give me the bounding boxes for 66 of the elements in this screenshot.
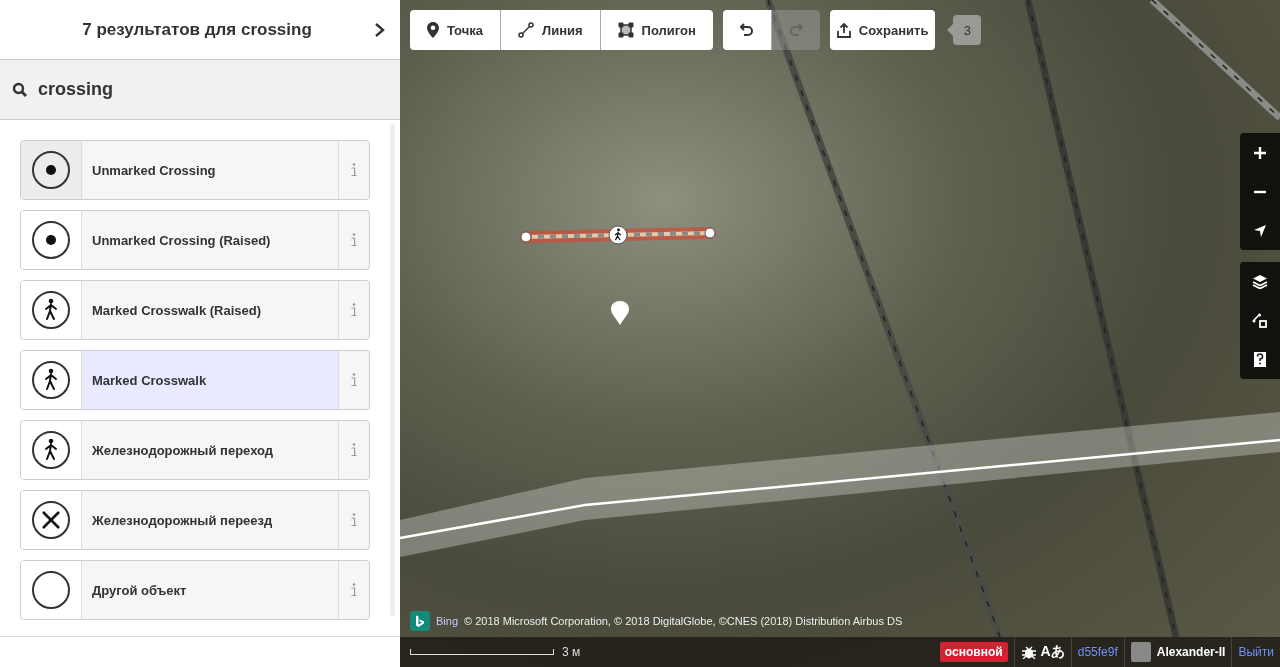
- road-area[interactable]: [400, 412, 1280, 557]
- preset-name: Железнодорожный переезд: [91, 511, 274, 530]
- info-icon[interactable]: [351, 583, 357, 597]
- map-data-icon: [1252, 312, 1268, 329]
- search-icon: [12, 81, 28, 98]
- polygon-icon: [617, 22, 634, 38]
- edit-count: 3: [947, 15, 982, 45]
- avatar: [1130, 642, 1151, 662]
- undo-button[interactable]: [722, 10, 772, 50]
- language-toggle[interactable]: Aあ: [1040, 643, 1065, 661]
- plus-icon: [1253, 145, 1267, 160]
- search-field[interactable]: crossing: [38, 79, 368, 100]
- redo-icon: [788, 23, 803, 37]
- logout-link[interactable]: Выйти: [1238, 645, 1274, 659]
- sidebar-title: 7 результатов для crossing: [81, 19, 313, 40]
- preset-item[interactable]: Другой объект: [20, 560, 370, 620]
- user-name-link[interactable]: Alexander-II: [1156, 645, 1226, 659]
- info-icon[interactable]: [351, 303, 357, 317]
- line-mode-button[interactable]: Линия: [501, 10, 601, 50]
- imagery-attribution: © 2018 Microsoft Corporation, © 2018 DigitalGlobe, ©CNES (2018) Distribution Airbus DS: [464, 615, 903, 627]
- preset-item[interactable]: Unmarked Crossing (Raised): [20, 210, 370, 270]
- pedestrian-icon: [31, 290, 71, 330]
- pin-icon: [427, 22, 439, 38]
- undo-icon: [739, 23, 754, 37]
- pedestrian-icon: [31, 430, 71, 470]
- preset-item[interactable]: Железнодорожный переход: [20, 420, 370, 480]
- area-mode-button[interactable]: Полигон: [600, 10, 713, 50]
- scale-label: 3 м: [562, 645, 581, 659]
- info-icon[interactable]: [351, 513, 357, 527]
- chevron-right-icon[interactable]: [374, 21, 386, 38]
- info-icon[interactable]: [351, 233, 357, 247]
- preset-name: Marked Crosswalk (Raised): [91, 301, 263, 320]
- preset-name: Другой объект: [91, 581, 188, 600]
- imagery-provider-link[interactable]: Bing: [436, 615, 459, 627]
- dot-icon: [31, 220, 71, 260]
- preset-item[interactable]: Marked Crosswalk (Raised): [20, 280, 370, 340]
- layers-icon: [1252, 274, 1268, 289]
- info-icon[interactable]: [351, 373, 357, 387]
- location-arrow-icon: [1253, 223, 1267, 238]
- point-mode-button[interactable]: Точка: [410, 10, 502, 50]
- info-icon[interactable]: [351, 163, 357, 177]
- preset-item[interactable]: Железнодорожный переезд: [20, 490, 370, 550]
- info-icon[interactable]: [351, 443, 357, 457]
- preset-name: Marked Crosswalk: [82, 351, 338, 409]
- branch-badge: основной: [939, 642, 1008, 662]
- bug-icon[interactable]: [1020, 645, 1037, 659]
- cross-icon: [31, 500, 71, 540]
- bing-logo[interactable]: [410, 611, 430, 631]
- upload-icon: [836, 22, 851, 38]
- dot-icon: [31, 150, 71, 190]
- bing-b-icon: [415, 614, 425, 628]
- point-marker[interactable]: [611, 301, 629, 325]
- search-bar[interactable]: crossing: [0, 60, 400, 120]
- line-icon: [518, 22, 535, 38]
- preset-item[interactable]: Unmarked Crossing: [20, 140, 370, 200]
- pedestrian-icon: [31, 360, 71, 400]
- selected-crossing-way[interactable]: [520, 225, 716, 245]
- help-book-icon: [1253, 351, 1267, 368]
- version-link[interactable]: d55fe9f: [1077, 645, 1118, 659]
- save-button[interactable]: Сохранить: [829, 10, 936, 50]
- preset-name: Unmarked Crossing: [91, 161, 217, 180]
- preset-item[interactable]: Marked Crosswalk: [20, 350, 370, 410]
- circle-icon: [31, 570, 71, 610]
- preset-name: Железнодорожный переход: [91, 441, 275, 460]
- preset-name: Unmarked Crossing (Raised): [91, 231, 272, 250]
- road-line[interactable]: [400, 438, 1280, 540]
